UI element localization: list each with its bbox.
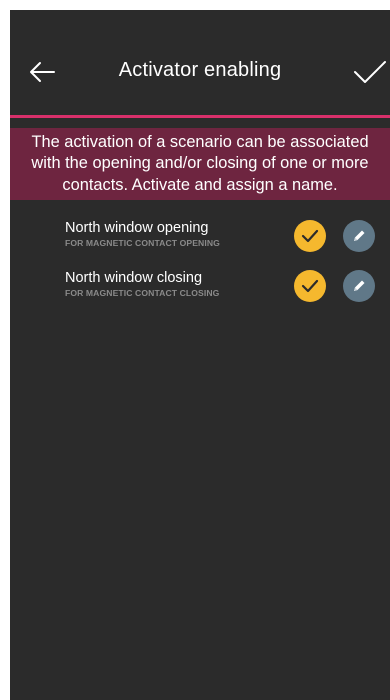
list-item: North window closing FOR MAGNETIC CONTAC… [10,260,390,310]
banner-line: contacts. Activate and assign a name. [62,175,338,194]
enable-toggle[interactable] [294,270,326,302]
pencil-icon [354,230,365,241]
list-item: North window opening FOR MAGNETIC CONTAC… [10,210,390,260]
edit-button[interactable] [343,220,375,252]
contact-subtitle: FOR MAGNETIC CONTACT OPENING [65,238,220,248]
header-divider [10,115,390,118]
pencil-icon [354,280,365,291]
check-icon [301,229,319,243]
info-banner: The activation of a scenario can be asso… [10,128,390,200]
confirm-button[interactable] [350,54,390,90]
app-screen: Activator enabling The activation of a s… [10,10,390,700]
banner-line: with the opening and/or closing of one o… [31,154,369,173]
edit-button[interactable] [343,270,375,302]
page-title: Activator enabling [118,59,282,81]
enable-toggle[interactable] [294,220,326,252]
contact-name: North window opening [65,220,209,236]
check-icon [301,279,319,293]
checkmark-icon [354,61,386,83]
banner-line: The activation of a scenario can be asso… [31,132,369,151]
contact-list: North window opening FOR MAGNETIC CONTAC… [10,210,390,310]
contact-subtitle: FOR MAGNETIC CONTACT CLOSING [65,288,220,298]
contact-name: North window closing [65,270,203,286]
header-bar: Activator enabling [10,10,390,115]
